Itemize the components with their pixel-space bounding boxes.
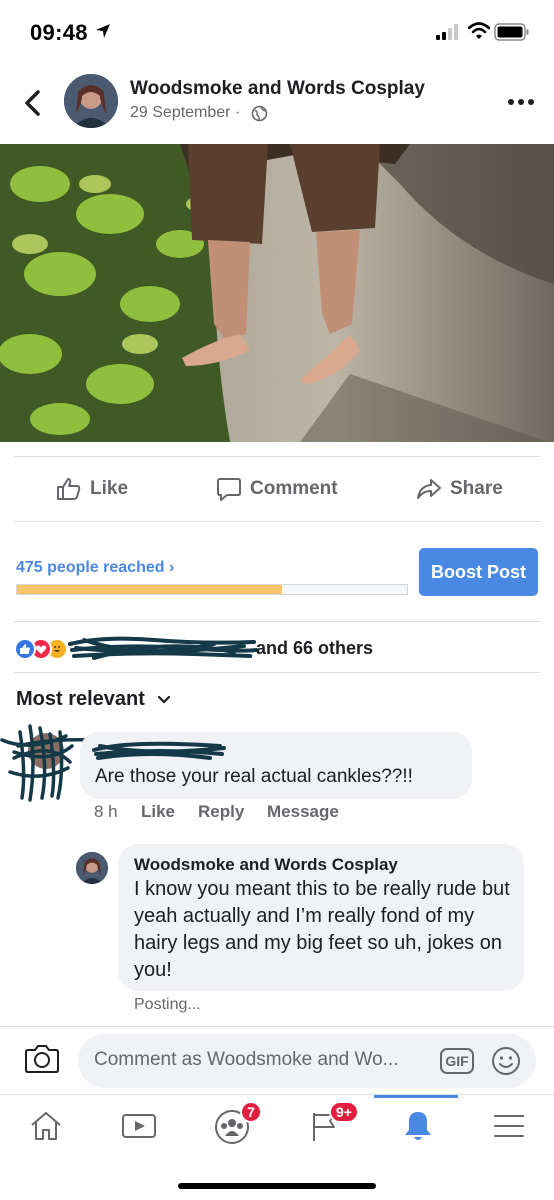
status-bar: 09:48 (0, 0, 554, 66)
back-button[interactable] (18, 86, 48, 120)
more-options-button[interactable] (506, 94, 536, 110)
wifi-icon (467, 22, 491, 45)
redacted-names-scribble (64, 630, 264, 671)
share-label: Share (450, 478, 503, 499)
comment-label: Comment (250, 478, 338, 499)
comment-input[interactable]: Comment as Woodsmoke and Wo... GIF (78, 1034, 536, 1088)
reply-author-name[interactable]: Woodsmoke and Words Cosplay (134, 855, 398, 875)
reply-text: I know you meant this to be really rude … (134, 878, 510, 981)
watch-video-icon (122, 1114, 156, 1138)
comment-composer: Comment as Woodsmoke and Wo... GIF (0, 1026, 554, 1094)
cellular-signal-icon (436, 24, 462, 45)
emoji-icon[interactable] (490, 1045, 522, 1082)
post-header: Woodsmoke and Words Cosplay 29 September… (0, 66, 554, 144)
gif-button[interactable]: GIF (440, 1048, 474, 1074)
bottom-tab-bar: 7 9+ (0, 1094, 554, 1200)
battery-icon (494, 23, 530, 46)
like-button[interactable]: Like (56, 457, 128, 521)
like-reaction-icon (14, 638, 36, 660)
date-separator: · (234, 104, 241, 121)
comment-button[interactable]: Comment (216, 457, 338, 521)
chevron-down-icon (157, 695, 171, 704)
tab-groups[interactable]: 7 (192, 1095, 272, 1157)
comment-sort-dropdown[interactable]: Most relevant (16, 688, 171, 711)
reply-avatar[interactable] (76, 852, 108, 884)
reach-label: 475 people reached (16, 559, 165, 576)
hamburger-menu-icon (494, 1115, 524, 1137)
status-time: 09:48 (30, 20, 88, 45)
reach-progress-fill (17, 585, 283, 594)
comment-message-link[interactable]: Message (267, 802, 339, 822)
groups-badge: 7 (240, 1101, 262, 1123)
post-date-line: 29 September · (130, 104, 240, 122)
comment-like-link[interactable]: Like (141, 802, 175, 822)
pages-badge: 9+ (329, 1101, 359, 1123)
comment-input-placeholder: Comment as Woodsmoke and Wo... (94, 1049, 399, 1070)
tab-watch[interactable] (99, 1095, 179, 1157)
post-date: 29 September (130, 104, 231, 121)
tab-home[interactable] (6, 1095, 86, 1157)
bell-icon (405, 1112, 431, 1140)
home-indicator (178, 1183, 376, 1189)
tab-notifications[interactable] (378, 1095, 458, 1157)
location-arrow-icon (95, 23, 111, 44)
divider (14, 672, 540, 673)
tab-menu[interactable] (469, 1095, 549, 1157)
post-photo[interactable] (0, 144, 554, 442)
chevron-right-icon: › (168, 559, 175, 576)
share-button[interactable]: Share (416, 457, 503, 521)
comment-icon (217, 478, 241, 501)
camera-icon[interactable] (24, 1043, 60, 1080)
like-label: Like (90, 478, 129, 499)
share-icon (417, 479, 441, 499)
home-icon (31, 1112, 61, 1140)
post-action-bar: Like Comment Share (14, 456, 540, 522)
page-avatar[interactable] (64, 74, 118, 128)
comment-timestamp: 8 h (94, 802, 118, 821)
divider (14, 621, 540, 622)
boost-post-button[interactable]: Boost Post (419, 548, 538, 596)
posting-status: Posting... (134, 996, 201, 1013)
comment-text: Are those your real actual cankles??!! (95, 766, 413, 787)
thumbs-up-icon (57, 478, 81, 500)
reactions-summary[interactable]: and 66 others (14, 630, 540, 666)
sort-label: Most relevant (16, 688, 145, 710)
people-reached-link[interactable]: 475 people reached › (16, 559, 174, 577)
reach-progress-bar (16, 584, 408, 595)
comment-reply-link[interactable]: Reply (198, 802, 244, 822)
globe-icon (251, 105, 268, 127)
tab-pages[interactable]: 9+ (285, 1095, 365, 1157)
reactions-others-text: and 66 others (256, 638, 374, 658)
page-name[interactable]: Woodsmoke and Words Cosplay (130, 78, 425, 100)
